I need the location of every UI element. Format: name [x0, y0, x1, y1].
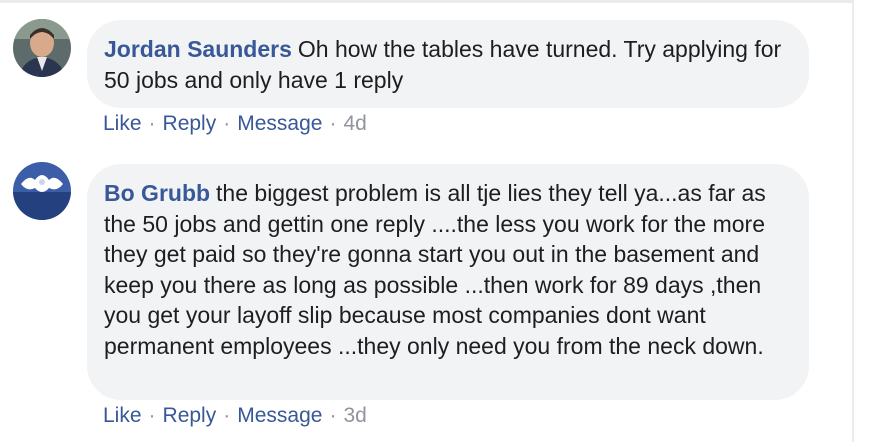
avatar[interactable] [13, 162, 71, 220]
avatar[interactable] [13, 19, 71, 77]
comment-timestamp[interactable]: 3d [343, 404, 366, 427]
comment-author-link[interactable]: Bo Grubb [104, 180, 210, 206]
separator: · [148, 404, 156, 427]
separator: · [223, 404, 231, 427]
separator: · [223, 112, 231, 135]
separator: · [329, 112, 337, 135]
comment-actions: Like · Reply · Message · 4d [103, 112, 367, 136]
message-link[interactable]: Message [237, 112, 322, 135]
like-link[interactable]: Like [103, 404, 142, 427]
message-link[interactable]: Message [237, 404, 322, 427]
top-divider [0, 0, 852, 3]
comment-actions: Like · Reply · Message · 3d [103, 404, 367, 428]
comment-timestamp[interactable]: 4d [343, 112, 366, 135]
reply-link[interactable]: Reply [163, 404, 217, 427]
comment-bubble: Jordan Saunders Oh how the tables have tu… [87, 20, 809, 108]
comment-text: the biggest problem is all tje lies they… [104, 180, 766, 359]
comment-bubble: Bo Grubb the biggest problem is all tje l… [87, 164, 809, 400]
separator: · [329, 404, 337, 427]
separator: · [148, 112, 156, 135]
comment-author-link[interactable]: Jordan Saunders [104, 36, 292, 62]
reply-link[interactable]: Reply [163, 112, 217, 135]
right-divider [852, 0, 854, 442]
like-link[interactable]: Like [103, 112, 142, 135]
